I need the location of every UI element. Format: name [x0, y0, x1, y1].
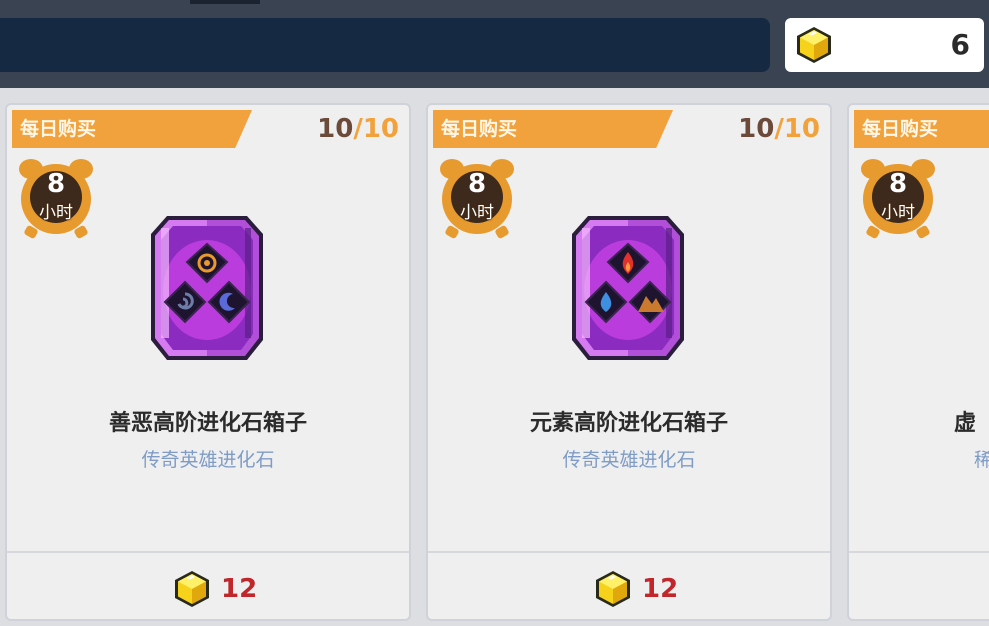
limit-current: 10 — [317, 114, 354, 144]
limit-current: 10 — [738, 114, 775, 144]
purchase-limit: 10/10 — [738, 109, 820, 149]
price-value: 12 — [642, 574, 679, 604]
item-subtitle: 传奇英雄进化石 — [141, 449, 275, 471]
purchase-limit: 10/10 — [317, 109, 399, 149]
timer-value: 8 — [467, 169, 487, 199]
elemental-chest-icon — [572, 216, 684, 360]
shop-card[interactable]: 每日购买 10/10 8 小时 善恶高阶进化石箱子 传奇英雄进化石 12 — [5, 103, 411, 621]
item-name: 善恶高阶进化石箱子 — [108, 411, 307, 436]
timer-unit: 小时 — [39, 203, 73, 223]
refresh-timer: 8 小时 — [438, 157, 516, 240]
daily-purchase-tag: 每日购买 — [854, 110, 989, 148]
top-tab-indicator[interactable] — [190, 0, 260, 4]
daily-purchase-label: 每日购买 — [20, 118, 97, 140]
limit-max: 10 — [362, 114, 399, 144]
refresh-timer: 8 小时 — [17, 157, 95, 240]
item-subtitle: 稀 — [974, 445, 989, 472]
good-evil-chest-icon — [151, 216, 263, 360]
buy-button[interactable]: 12 — [7, 553, 409, 619]
shop-card[interactable]: 每日购买 10/10 8 小时 元素高阶进化石箱子 传奇英雄进化石 12 — [426, 103, 832, 621]
limit-max: 10 — [783, 114, 820, 144]
limit-separator: / — [774, 114, 784, 144]
shop-card[interactable]: 每日购买 8 小时 虚 稀 — [847, 103, 989, 621]
timer-unit: 小时 — [460, 203, 494, 223]
yellow-cube-gem-icon — [797, 27, 831, 63]
buy-button[interactable]: 12 — [428, 553, 830, 619]
item-name: 元素高阶进化石箱子 — [529, 411, 728, 436]
yellow-cube-gem-icon — [596, 571, 630, 607]
daily-purchase-tag: 每日购买 — [12, 110, 252, 148]
item-name: 虚 — [954, 411, 977, 436]
item-subtitle: 传奇英雄进化石 — [562, 449, 696, 471]
currency-amount: 6 — [950, 28, 970, 61]
daily-purchase-label: 每日购买 — [862, 118, 939, 140]
timer-value: 8 — [46, 169, 66, 199]
price-value: 12 — [221, 574, 258, 604]
header-bar — [0, 18, 770, 72]
yellow-cube-gem-icon — [175, 571, 209, 607]
daily-purchase-label: 每日购买 — [441, 118, 518, 140]
daily-purchase-tag: 每日购买 — [433, 110, 673, 148]
timer-unit: 小时 — [881, 203, 915, 223]
card-divider — [849, 551, 989, 553]
limit-separator: / — [353, 114, 363, 144]
currency-display[interactable]: 6 — [785, 18, 984, 72]
timer-value: 8 — [888, 169, 908, 199]
refresh-timer: 8 小时 — [859, 157, 937, 240]
